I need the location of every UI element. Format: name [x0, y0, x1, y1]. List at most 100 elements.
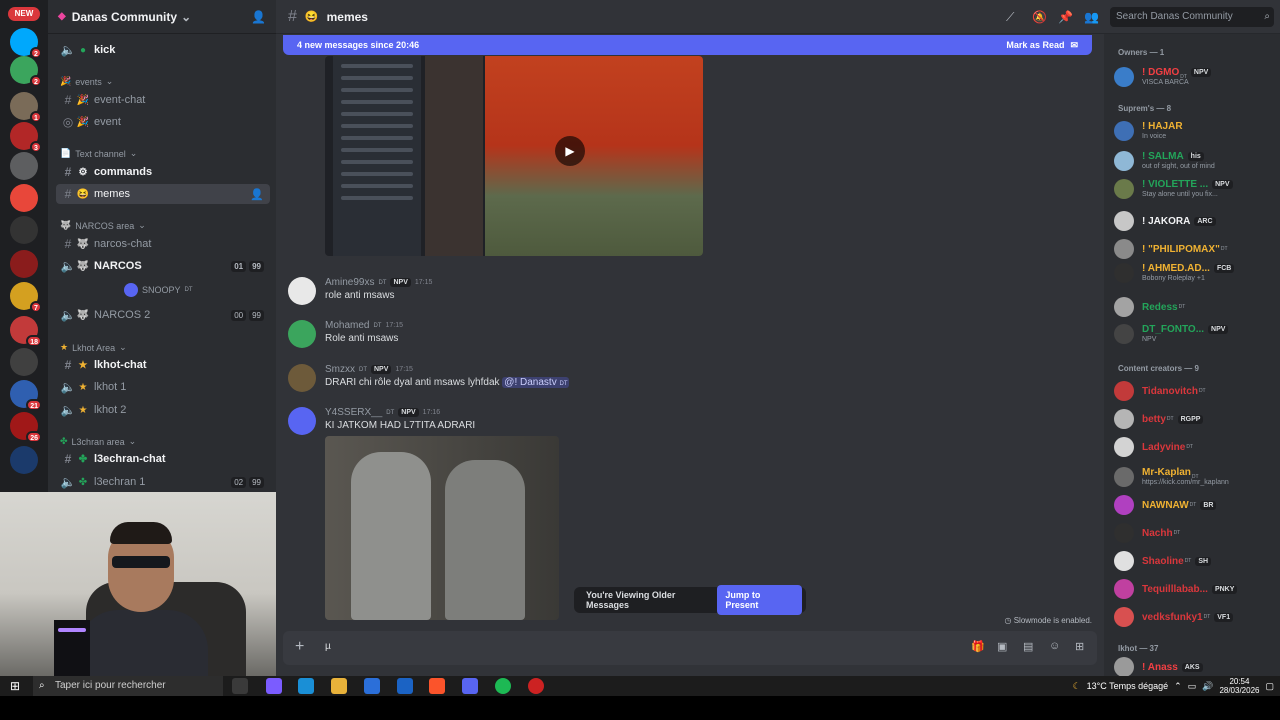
member-item[interactable]: Shaoline DT SH	[1110, 548, 1274, 574]
image-attachment[interactable]	[325, 436, 559, 620]
server-icon[interactable]: 18	[10, 316, 42, 347]
member-item[interactable]: vedksfunky1 DT VF1	[1110, 604, 1274, 630]
copilot-icon[interactable]	[266, 678, 282, 694]
mark-as-read-button[interactable]: Mark as Read	[1006, 40, 1064, 50]
volume-icon[interactable]: 🔊	[1202, 681, 1213, 692]
member-item[interactable]: ! Anass AKS	[1110, 654, 1274, 676]
channel-narcos-2[interactable]: 🔈 🐺 NARCOS 2 00 99	[56, 305, 270, 325]
channel-memes[interactable]: # 😆 memes 👤	[56, 184, 270, 204]
server-icon[interactable]: 2	[10, 56, 42, 87]
task-view-icon[interactable]	[232, 678, 248, 694]
message-author[interactable]: Y4SSERX__	[325, 407, 382, 418]
channel-lkhot-1[interactable]: 🔈 ★ lkhot 1	[56, 377, 270, 397]
invite-icon[interactable]: 👤	[251, 10, 266, 24]
member-item[interactable]: NAWNAW DT BR	[1110, 492, 1274, 518]
network-icon[interactable]: ▭	[1188, 681, 1197, 692]
channel-lkhot-chat[interactable]: # ★ lkhot-chat	[56, 355, 270, 375]
edge-icon[interactable]	[298, 678, 314, 694]
server-header[interactable]: ◆ Danas Community ⌄ 👤	[48, 0, 276, 34]
play-icon[interactable]: ▶	[555, 136, 585, 166]
member-item[interactable]: Nachh DT	[1110, 520, 1274, 546]
channel-commands[interactable]: # ⚙ commands	[56, 162, 270, 182]
channel-l3chran-1[interactable]: 🔈 ✤ l3echran 1 02 99	[56, 472, 270, 492]
server-icon[interactable]: 1	[10, 92, 42, 123]
mute-icon[interactable]: 🔕	[1032, 10, 1047, 24]
new-messages-bar[interactable]: 4 new messages since 20:46 Mark as Read …	[283, 35, 1092, 55]
channel-kick[interactable]: 🔈 ● kick	[56, 40, 270, 60]
member-item[interactable]: Redess DT	[1110, 294, 1274, 320]
member-item[interactable]: ! HAJAR In voice	[1110, 118, 1274, 144]
user-mention[interactable]: @! Danastv DT	[502, 377, 570, 388]
pin-icon[interactable]: 📌	[1058, 10, 1073, 24]
avatar[interactable]	[288, 364, 316, 392]
clock[interactable]: 20:54 28/03/2026	[1219, 677, 1259, 695]
weather[interactable]: 13°C Temps dégagé	[1087, 681, 1169, 691]
channel-event[interactable]: ◎ 🎉 event	[56, 112, 270, 132]
server-icon[interactable]: 26	[10, 412, 42, 443]
chevron-up-icon[interactable]: ⌃	[1174, 681, 1182, 692]
member-item[interactable]: ! "PHILIPOMAX" DT	[1110, 236, 1274, 262]
outlook-icon[interactable]	[397, 678, 413, 694]
attach-icon[interactable]: +	[295, 638, 304, 656]
server-icon[interactable]: 21	[10, 380, 42, 411]
message-input[interactable]: µ	[325, 641, 331, 652]
channel-narcos-chat[interactable]: # 🐺 narcos-chat	[56, 234, 270, 254]
obs-icon[interactable]	[528, 678, 544, 694]
gift-icon[interactable]: 🎁	[971, 640, 985, 653]
avatar[interactable]	[288, 320, 316, 348]
sticker-icon[interactable]: ▤	[1023, 640, 1033, 653]
file-explorer-icon[interactable]	[331, 678, 347, 694]
channel-event-chat[interactable]: # 🎉 event-chat	[56, 90, 270, 110]
category-text[interactable]: 📄 Text channel ⌄	[60, 148, 137, 159]
server-icon[interactable]	[10, 250, 38, 278]
jump-to-present-button[interactable]: Jump to Present	[717, 585, 802, 615]
category-narcos[interactable]: 🐺 NARCOS area ⌄	[60, 220, 146, 231]
member-item[interactable]: ! AHMED.AD... FCB Bobony Roleplay +1	[1110, 260, 1274, 286]
member-item[interactable]: Ladyvine DT	[1110, 434, 1274, 460]
member-item[interactable]: ! DGMO DT NPV VISCA BARCA	[1110, 64, 1274, 90]
member-item[interactable]: Tidanovitch DT	[1110, 378, 1274, 404]
member-item[interactable]: ! SALMA his out of sight, out of mind	[1110, 148, 1274, 174]
member-item[interactable]: ! VIOLETTE ... NPV Stay alone until you fi…	[1110, 176, 1274, 202]
store-icon[interactable]	[364, 678, 380, 694]
channel-narcos-voice[interactable]: 🔈 🐺 NARCOS 01 99	[56, 256, 270, 276]
taskbar-search[interactable]: ⌕ Taper ici pour rechercher	[33, 676, 223, 696]
apps-icon[interactable]: ⊞	[1075, 640, 1084, 653]
member-item[interactable]: Mr-Kaplan DT https://kick.com/mr_kaplann	[1110, 464, 1274, 490]
brave-icon[interactable]	[429, 678, 445, 694]
server-icon[interactable]	[10, 348, 38, 376]
channel-lkhot-2[interactable]: 🔈 ★ lkhot 2	[56, 400, 270, 420]
server-icon[interactable]: 7	[10, 282, 42, 313]
channel-l3chran-chat[interactable]: # ✤ l3echran-chat	[56, 449, 270, 469]
member-item[interactable]: Tequilllabab... PNKY	[1110, 576, 1274, 602]
server-icon[interactable]	[10, 152, 38, 180]
category-lkhot[interactable]: ★ Lkhot Area ⌄	[60, 342, 127, 353]
members-icon[interactable]: 👥	[1084, 10, 1099, 24]
category-l3chran[interactable]: ✤ L3chran area ⌄	[60, 436, 136, 447]
server-icon[interactable]: 2	[10, 28, 42, 59]
member-item[interactable]: betty DT RGPP	[1110, 406, 1274, 432]
server-icon[interactable]	[10, 446, 38, 474]
member-item[interactable]: ! JAKORA ARC	[1110, 208, 1274, 234]
search-input[interactable]: Search Danas Community ⌕	[1110, 7, 1274, 27]
member-item[interactable]: DT_FONTO... NPV NPV	[1110, 321, 1274, 347]
discord-icon[interactable]	[462, 678, 478, 694]
message-author[interactable]: Mohamed	[325, 320, 369, 331]
video-attachment[interactable]: ▶	[325, 56, 703, 256]
gif-icon[interactable]: ▣	[997, 640, 1007, 653]
server-icon[interactable]: 3	[10, 122, 42, 153]
voice-user-snoopy[interactable]: SNOOPY DT	[124, 283, 193, 297]
message-author[interactable]: Smzxx	[325, 364, 355, 375]
avatar[interactable]	[288, 407, 316, 435]
notification-icon[interactable]: ▢	[1265, 681, 1274, 692]
invite-icon[interactable]: 👤	[250, 188, 264, 201]
threads-icon[interactable]: ⟋	[1006, 10, 1014, 25]
windows-start-icon[interactable]: ⊞	[10, 679, 20, 693]
category-events[interactable]: 🎉 events ⌄	[60, 76, 113, 87]
server-icon[interactable]	[10, 216, 38, 244]
emoji-icon[interactable]: ☺	[1049, 640, 1060, 652]
avatar[interactable]	[288, 277, 316, 305]
message-author[interactable]: Amine99xs	[325, 277, 374, 288]
spotify-icon[interactable]	[495, 678, 511, 694]
message-composer[interactable]: + µ 🎁 ▣ ▤ ☺ ⊞	[283, 631, 1097, 665]
